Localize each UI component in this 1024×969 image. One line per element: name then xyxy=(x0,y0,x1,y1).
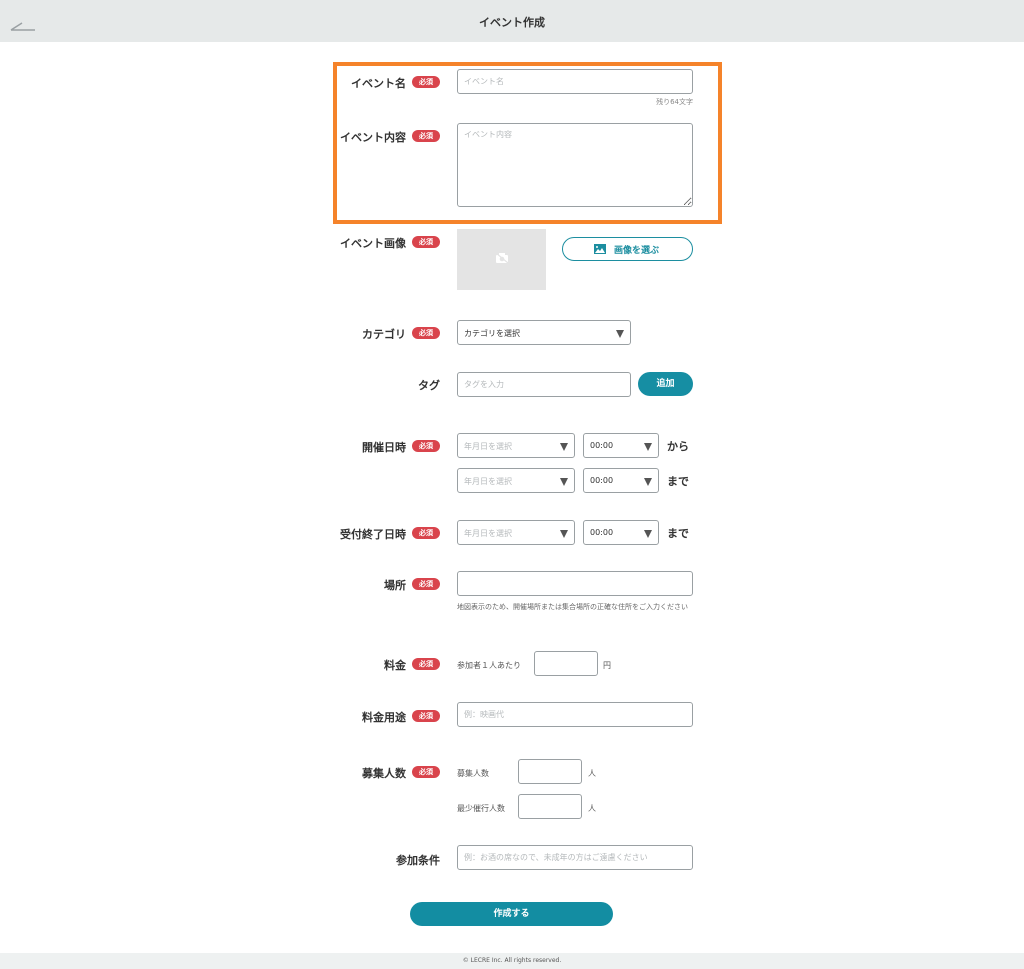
required-badge: 必須 xyxy=(412,327,440,339)
tag-input[interactable] xyxy=(457,372,631,397)
end-date-select[interactable]: 年月日を選択 xyxy=(457,468,575,493)
category-selected-value: カテゴリを選択 xyxy=(464,329,520,338)
required-badge: 必須 xyxy=(412,527,440,539)
required-badge: 必須 xyxy=(412,766,440,778)
fee-input[interactable] xyxy=(534,651,598,676)
event-content-textarea[interactable] xyxy=(457,123,693,207)
recruit-count-unit: 人 xyxy=(588,769,596,778)
page-title: イベント作成 xyxy=(479,16,545,29)
chevron-down-icon xyxy=(644,478,652,486)
chevron-down-icon xyxy=(560,443,568,451)
required-badge: 必須 xyxy=(412,658,440,670)
event-content-label: イベント内容 xyxy=(340,131,406,144)
recruit-count-input[interactable] xyxy=(518,759,582,784)
place-hint: 地図表示のため、開催場所または集合場所の正確な住所をご入力ください xyxy=(457,603,688,611)
required-badge: 必須 xyxy=(412,578,440,590)
choose-image-button[interactable]: 画像を選ぶ xyxy=(562,237,693,261)
conditions-label: 参加条件 xyxy=(396,854,440,867)
start-date-value: 年月日を選択 xyxy=(464,442,512,451)
required-badge: 必須 xyxy=(412,236,440,248)
from-suffix: から xyxy=(667,440,689,453)
category-select[interactable]: カテゴリを選択 xyxy=(457,320,631,345)
event-name-label: イベント名 xyxy=(351,77,406,90)
chevron-down-icon xyxy=(616,330,624,338)
event-datetime-label: 開催日時 xyxy=(362,441,406,454)
fee-per-person-label: 参加者１人あたり xyxy=(457,661,521,670)
minimum-count-input[interactable] xyxy=(518,794,582,819)
event-name-counter: 残り64文字 xyxy=(656,98,693,106)
chevron-down-icon xyxy=(560,530,568,538)
start-time-select[interactable]: 00:00 xyxy=(583,433,659,458)
tag-label: タグ xyxy=(418,379,440,392)
event-name-input[interactable] xyxy=(457,69,693,94)
camera-off-icon xyxy=(495,252,509,264)
end-date-value: 年月日を選択 xyxy=(464,477,512,486)
minimum-count-label: 最少催行人数 xyxy=(457,804,505,813)
until-suffix: まで xyxy=(667,475,689,488)
create-button[interactable]: 作成する xyxy=(410,902,613,926)
required-badge: 必須 xyxy=(412,76,440,88)
deadline-time-value: 00:00 xyxy=(590,528,614,537)
chevron-down-icon xyxy=(644,443,652,451)
minimum-count-unit: 人 xyxy=(588,804,596,813)
chevron-down-icon xyxy=(560,478,568,486)
footer-copyright: © LECRE Inc. All rights reserved. xyxy=(0,953,1024,969)
event-image-label: イベント画像 xyxy=(340,237,406,250)
chevron-down-icon xyxy=(644,530,652,538)
fee-label: 料金 xyxy=(384,659,406,672)
place-label: 場所 xyxy=(384,579,406,592)
place-input[interactable] xyxy=(457,571,693,596)
image-preview xyxy=(457,229,546,290)
end-time-value: 00:00 xyxy=(590,476,614,485)
deadline-time-select[interactable]: 00:00 xyxy=(583,520,659,545)
start-date-select[interactable]: 年月日を選択 xyxy=(457,433,575,458)
required-badge: 必須 xyxy=(412,440,440,452)
capacity-label: 募集人数 xyxy=(362,767,406,780)
recruit-count-label: 募集人数 xyxy=(457,769,489,778)
deadline-until-suffix: まで xyxy=(667,527,689,540)
end-time-select[interactable]: 00:00 xyxy=(583,468,659,493)
image-icon xyxy=(594,244,606,254)
deadline-date-select[interactable]: 年月日を選択 xyxy=(457,520,575,545)
category-label: カテゴリ xyxy=(362,328,406,341)
choose-image-label: 画像を選ぶ xyxy=(614,246,660,256)
required-badge: 必須 xyxy=(412,710,440,722)
fee-usage-input[interactable] xyxy=(457,702,693,727)
deadline-label: 受付終了日時 xyxy=(340,528,406,541)
fee-unit: 円 xyxy=(603,661,611,670)
required-badge: 必須 xyxy=(412,130,440,142)
start-time-value: 00:00 xyxy=(590,441,614,450)
add-tag-button[interactable]: 追加 xyxy=(638,372,693,396)
deadline-date-value: 年月日を選択 xyxy=(464,529,512,538)
header-bar: イベント作成 xyxy=(0,0,1024,42)
conditions-input[interactable] xyxy=(457,845,693,870)
fee-usage-label: 料金用途 xyxy=(362,711,406,724)
